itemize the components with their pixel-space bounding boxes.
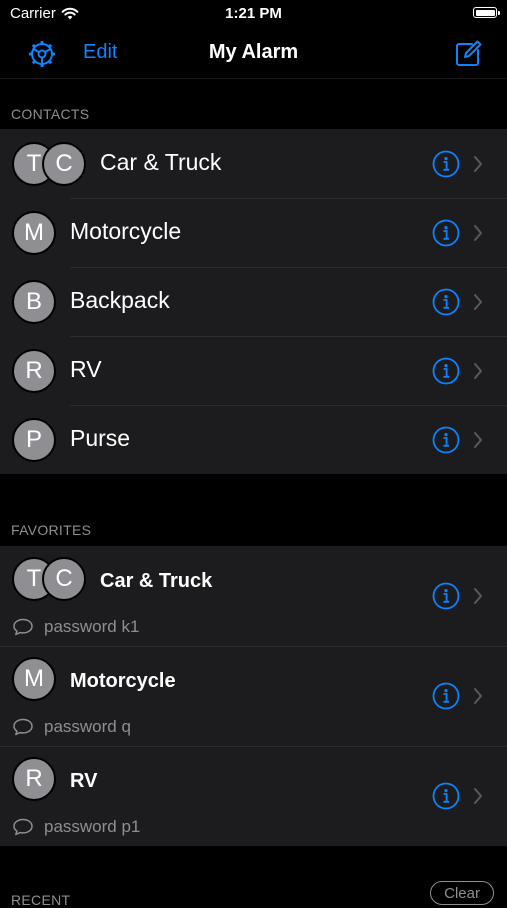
avatar: C [42,557,86,601]
avatar: C [42,142,86,186]
message-preview: password k1 [12,617,139,637]
message-text: password k1 [44,617,140,636]
info-icon[interactable] [432,357,460,385]
chevron-right-icon [474,688,482,704]
avatar: R [12,757,56,801]
contacts-section-header: CONTACTS [11,106,90,122]
battery-icon [473,7,500,18]
chevron-right-icon [474,294,482,310]
compose-icon[interactable] [453,39,483,69]
favorites-section-header: FAVORITES [11,522,92,538]
info-icon[interactable] [432,782,460,810]
favorite-row-motorcycle[interactable]: M Motorcycle password q [0,646,507,746]
clear-button[interactable]: Clear [430,881,494,905]
message-text: password p1 [44,817,141,836]
contact-name: Car & Truck [100,149,222,175]
favorite-name: RV [70,770,98,792]
info-icon[interactable] [432,150,460,178]
chevron-right-icon [474,225,482,241]
speech-bubble-icon [13,718,33,736]
info-icon[interactable] [432,682,460,710]
contact-name: Backpack [70,287,170,313]
avatar: M [12,657,56,701]
chevron-right-icon [474,363,482,379]
favorites-list: T C Car & Truck password k1 M Motorcycle… [0,546,507,846]
info-icon[interactable] [432,582,460,610]
chevron-right-icon [474,432,482,448]
contact-row-car-truck[interactable]: T C Car & Truck [0,129,507,198]
avatar: P [12,418,56,462]
favorite-name: Car & Truck [100,570,213,592]
info-icon[interactable] [432,426,460,454]
favorite-row-rv[interactable]: R RV password p1 [0,746,507,846]
favorite-row-car-truck[interactable]: T C Car & Truck password k1 [0,546,507,646]
info-icon[interactable] [432,219,460,247]
contact-row-purse[interactable]: P Purse [0,405,507,474]
message-text: password q [44,717,131,736]
navigation-bar: Edit My Alarm [0,28,507,79]
chevron-right-icon [474,156,482,172]
recent-section-header: RECENT [11,892,71,908]
avatar: M [12,211,56,255]
message-preview: password p1 [12,817,140,837]
contacts-list: T C Car & Truck M Motorcycle B Backpack … [0,129,507,474]
contact-name: Motorcycle [70,218,182,244]
favorite-name: Motorcycle [70,670,176,692]
contact-name: Purse [70,425,131,451]
info-icon[interactable] [432,288,460,316]
message-preview: password q [12,717,131,737]
contact-row-motorcycle[interactable]: M Motorcycle [0,198,507,267]
chevron-right-icon [474,588,482,604]
speech-bubble-icon [13,818,33,836]
status-bar: Carrier 1:21 PM [0,0,507,28]
edit-button[interactable]: Edit [83,41,117,64]
settings-gear-icon[interactable] [26,38,58,70]
page-title: My Alarm [208,41,299,63]
speech-bubble-icon [13,618,33,636]
status-time: 1:21 PM [225,5,282,22]
avatar: B [12,280,56,324]
contact-row-rv[interactable]: R RV [0,336,507,405]
chevron-right-icon [474,788,482,804]
contact-row-backpack[interactable]: B Backpack [0,267,507,336]
avatar: R [12,349,56,393]
contact-name: RV [70,356,102,382]
